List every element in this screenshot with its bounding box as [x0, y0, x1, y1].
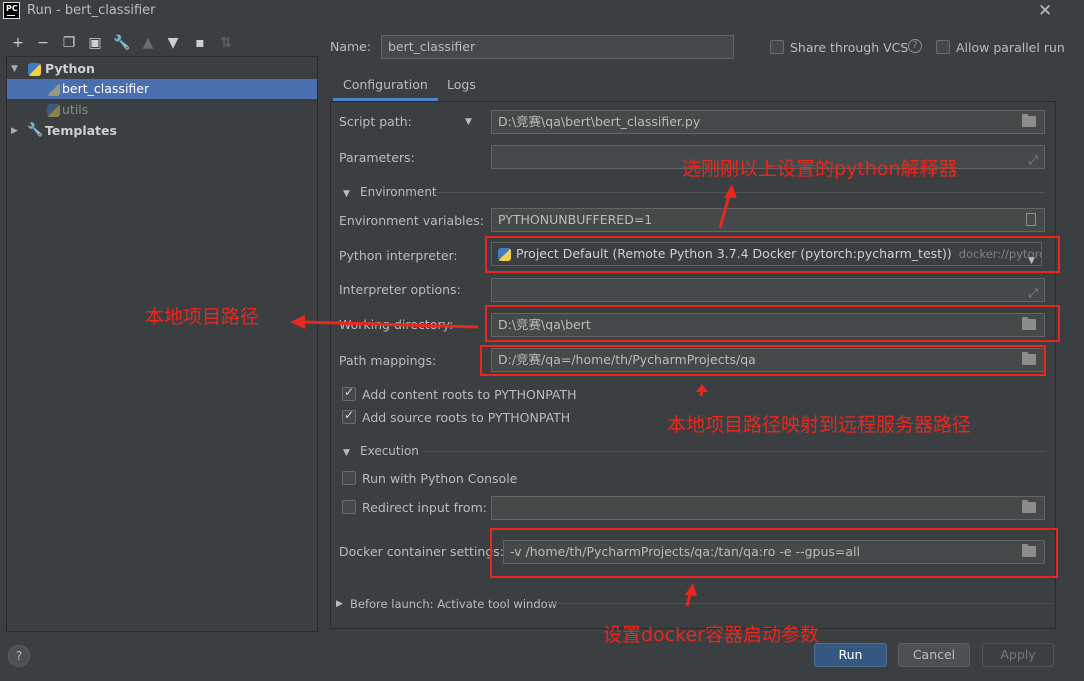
- interpreter-options-label: Interpreter options:: [339, 282, 461, 297]
- env-vars-label: Environment variables:: [339, 213, 484, 228]
- annotation-box-docker: [490, 528, 1058, 578]
- tree-item-utils[interactable]: utils: [7, 100, 317, 120]
- env-vars-value: PYTHONUNBUFFERED=1: [498, 212, 653, 227]
- expand-icon[interactable]: ⤢: [1028, 282, 1038, 301]
- add-source-roots-checkbox[interactable]: [342, 408, 356, 424]
- copy-icon[interactable]: ❐: [61, 35, 77, 51]
- tree-item-label: Templates: [45, 123, 117, 138]
- script-path-value: D:\竞赛\qa\bert\bert_classifier.py: [498, 114, 701, 129]
- document-icon[interactable]: [1026, 213, 1036, 226]
- docker-settings-label: Docker container settings:: [339, 544, 505, 559]
- chevron-right-icon[interactable]: ▶: [336, 599, 343, 609]
- annotation-local-path-note: 本地项目路径: [145, 306, 260, 328]
- path-mappings-label: Path mappings:: [339, 353, 437, 368]
- close-icon[interactable]: ✕: [1038, 1, 1052, 21]
- annotation-box-path-mappings: [480, 345, 1046, 376]
- tree-item-python[interactable]: ▼ Python: [7, 59, 317, 79]
- tab-configuration[interactable]: Configuration: [333, 73, 438, 101]
- wrench-icon: 🔧: [27, 123, 44, 138]
- python-file-icon: [47, 83, 60, 96]
- title-bar: PC Run - bert_classifier ✕: [0, 0, 1084, 22]
- name-field[interactable]: bert_classifier: [381, 35, 734, 59]
- folder-icon[interactable]: [1022, 500, 1036, 513]
- remove-icon[interactable]: −: [35, 35, 51, 51]
- python-file-icon: [47, 104, 60, 117]
- parameters-label: Parameters:: [339, 150, 415, 165]
- window-title: Run - bert_classifier: [27, 3, 156, 18]
- expand-icon[interactable]: ⤢: [1028, 149, 1038, 168]
- tree-item-templates[interactable]: ▶ 🔧 Templates: [7, 121, 317, 141]
- add-icon[interactable]: +: [10, 35, 26, 51]
- env-vars-field[interactable]: PYTHONUNBUFFERED=1: [491, 208, 1045, 232]
- redirect-input-field[interactable]: [491, 496, 1045, 520]
- sort-icon[interactable]: ⇅: [218, 35, 234, 51]
- tree-item-label: bert_classifier: [62, 81, 150, 96]
- execution-section-title: Execution: [360, 444, 419, 458]
- cancel-button[interactable]: Cancel: [898, 643, 970, 667]
- chevron-right-icon[interactable]: ▶: [11, 121, 18, 141]
- working-dir-label: Working directory:: [339, 317, 454, 332]
- annotation-mapping-note: 本地项目路径映射到远程服务器路径: [667, 414, 972, 436]
- section-divider: [422, 451, 1045, 452]
- move-up-icon[interactable]: ▲: [140, 35, 156, 51]
- annotation-docker-note: 设置docker容器启动参数: [603, 624, 819, 646]
- chevron-down-icon[interactable]: ▼: [11, 59, 18, 79]
- chevron-down-icon[interactable]: ▼: [465, 117, 472, 127]
- allow-parallel-label: Allow parallel run: [956, 40, 1065, 55]
- name-label: Name:: [330, 39, 372, 54]
- add-content-roots-checkbox[interactable]: [342, 385, 356, 401]
- help-icon[interactable]: ?: [908, 39, 922, 53]
- interpreter-options-field[interactable]: ⤢: [491, 278, 1045, 302]
- script-path-label: Script path:: [339, 114, 412, 129]
- tree-item-bert-classifier[interactable]: bert_classifier: [7, 79, 317, 99]
- apply-button[interactable]: Apply: [982, 643, 1054, 667]
- annotation-box-working-dir: [485, 305, 1060, 342]
- move-down-icon[interactable]: ▼: [165, 35, 181, 51]
- script-path-field[interactable]: D:\竞赛\qa\bert\bert_classifier.py: [491, 110, 1045, 134]
- before-launch-label[interactable]: Before launch: Activate tool window: [350, 597, 557, 611]
- interpreter-label: Python interpreter:: [339, 248, 458, 263]
- help-button[interactable]: ?: [8, 645, 30, 667]
- run-console-checkbox[interactable]: [342, 471, 356, 485]
- python-icon: [28, 63, 41, 76]
- share-vcs-label: Share through VCS: [790, 40, 909, 55]
- pycharm-logo-icon: PC: [3, 2, 20, 19]
- configuration-tree: ▼ Python bert_classifier utils ▶ 🔧 Templ…: [6, 56, 318, 632]
- add-content-roots-label: Add content roots to PYTHONPATH: [362, 387, 577, 402]
- tab-logs[interactable]: Logs: [447, 73, 476, 101]
- folder-icon[interactable]: [1022, 114, 1036, 127]
- add-source-roots-label: Add source roots to PYTHONPATH: [362, 410, 571, 425]
- annotation-box-interpreter: [485, 236, 1060, 273]
- chevron-down-icon[interactable]: ▼: [343, 448, 350, 458]
- share-vcs-checkbox[interactable]: [770, 40, 784, 54]
- run-button[interactable]: Run: [814, 643, 887, 667]
- annotation-interpreter-note: 选刚刚以上设置的python解释器: [682, 158, 958, 180]
- allow-parallel-checkbox[interactable]: [936, 40, 950, 54]
- environment-section-title: Environment: [360, 185, 437, 199]
- tree-item-label: Python: [45, 61, 95, 76]
- redirect-input-label: Redirect input from:: [362, 500, 487, 515]
- section-divider: [434, 192, 1045, 193]
- chevron-down-icon[interactable]: ▼: [343, 189, 350, 199]
- tree-item-label: utils: [62, 102, 89, 117]
- section-divider: [548, 603, 1053, 604]
- wrench-icon[interactable]: 🔧: [113, 35, 130, 51]
- run-console-label: Run with Python Console: [362, 471, 518, 486]
- new-folder-icon[interactable]: ▪: [192, 35, 208, 51]
- redirect-input-checkbox[interactable]: [342, 500, 356, 514]
- save-icon[interactable]: ▣: [87, 35, 103, 51]
